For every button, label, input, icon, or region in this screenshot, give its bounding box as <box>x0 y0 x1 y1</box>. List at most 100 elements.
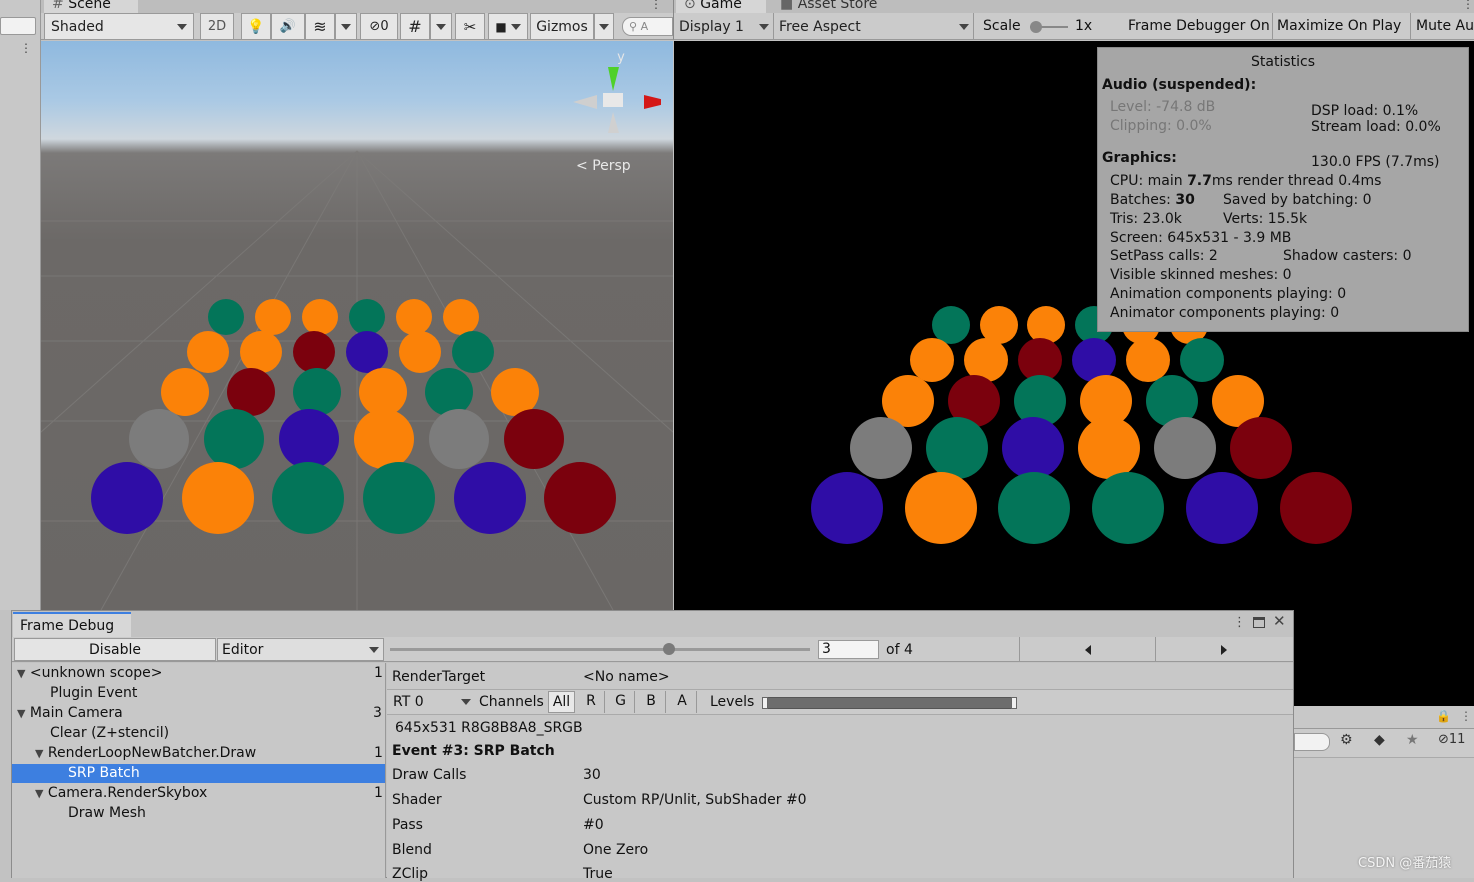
effects-toggle[interactable]: ≋ <box>305 13 335 40</box>
channel-b-label: B <box>646 693 656 709</box>
next-event-button[interactable] <box>1156 638 1291 661</box>
inspector-search-input[interactable] <box>1294 733 1330 751</box>
scene-kebab-icon[interactable]: ⋮ <box>650 0 662 10</box>
store-icon: ■ <box>780 0 794 12</box>
audio-toggle[interactable]: 🔊 <box>271 13 305 40</box>
gizmos-label: Gizmos <box>536 18 588 35</box>
levels-range-slider[interactable] <box>762 697 1017 709</box>
tab-game[interactable]: ⊙ Game <box>676 0 766 13</box>
grid-icon: # <box>408 17 422 36</box>
scale-slider[interactable] <box>1030 21 1068 33</box>
create-shape-icon[interactable]: ⚙ <box>1340 732 1353 748</box>
sphere <box>504 409 564 469</box>
chevron-down-icon <box>341 23 351 30</box>
event-slider[interactable] <box>390 643 810 655</box>
previous-event-button[interactable] <box>1020 638 1155 661</box>
mute-audio-toggle[interactable]: Mute Au <box>1416 18 1474 34</box>
scene-viewport[interactable]: y < Persp <box>41 41 673 610</box>
tab-scene[interactable]: # Scene <box>44 0 138 13</box>
gizmos-button[interactable]: Gizmos <box>530 13 594 40</box>
event-hierarchy: ▼ <unknown scope> 1 Plugin Event ▼ Main … <box>12 663 386 878</box>
grid-toggle[interactable]: # <box>400 13 430 40</box>
shading-mode-label: Shaded <box>51 18 104 35</box>
window-kebab-icon[interactable]: ⋮ <box>1233 615 1246 630</box>
projection-label[interactable]: < Persp <box>576 158 631 174</box>
levels-max-handle[interactable] <box>1011 697 1017 709</box>
hierarchy-row-clear[interactable]: Clear (Z+stencil) <box>50 725 169 741</box>
aspect-label: Free Aspect <box>779 18 861 35</box>
hierarchy-count: 1 <box>374 665 383 681</box>
label-tag-icon[interactable]: ◆ <box>1374 732 1385 748</box>
scale-value: 1x <box>1075 18 1093 34</box>
prop-label-shader: Shader <box>392 792 442 808</box>
frame-debug-title: Frame Debug <box>20 618 115 634</box>
aspect-dropdown[interactable]: Free Aspect <box>775 13 973 40</box>
shading-mode-dropdown[interactable]: Shaded <box>44 13 194 40</box>
lock-icon[interactable]: 🔒 <box>1436 709 1451 723</box>
chevron-down-icon <box>510 23 521 30</box>
speaker-icon: 🔊 <box>279 19 297 34</box>
panel-kebab-icon[interactable]: ⋮ <box>1460 709 1472 723</box>
effects-dropdown[interactable] <box>335 13 357 40</box>
levels-min-handle[interactable] <box>762 697 768 709</box>
target-dropdown[interactable]: Editor <box>217 638 384 661</box>
sphere <box>1092 472 1165 544</box>
chevron-down-icon <box>461 699 471 705</box>
hierarchy-row-main-camera[interactable]: ▼ Main Camera <box>17 705 123 721</box>
scale-slider-thumb[interactable] <box>1030 21 1042 33</box>
gizmos-dropdown[interactable] <box>594 13 614 40</box>
cpu-time: CPU: main 7.7ms render thread 0.4ms <box>1110 173 1381 189</box>
eye-slash-icon: ⊘ <box>369 19 381 34</box>
grid-dropdown[interactable] <box>430 13 452 40</box>
favorite-star-icon[interactable]: ★ <box>1406 732 1419 748</box>
display-dropdown[interactable]: Display 1 <box>675 13 773 40</box>
rt-dropdown[interactable]: RT 0 <box>390 692 474 712</box>
channel-all-button[interactable]: All <box>548 691 575 713</box>
tools-button[interactable]: ✂ <box>455 13 485 40</box>
expand-arrow-icon: ▼ <box>17 667 26 680</box>
hierarchy-row-plugin-event[interactable]: Plugin Event <box>50 685 137 701</box>
event-index-input[interactable]: 3 <box>818 640 879 659</box>
hierarchy-row-srp-batch[interactable]: SRP Batch <box>68 765 140 781</box>
skinned-meshes: Visible skinned meshes: 0 <box>1110 267 1292 283</box>
sphere <box>302 299 338 335</box>
orientation-gizmo[interactable]: y <box>561 43 661 143</box>
layers-icon: ≋ <box>313 17 327 36</box>
hierarchy-row-render-loop[interactable]: ▼ RenderLoopNewBatcher.Draw <box>35 745 256 761</box>
channel-r-button[interactable]: R <box>578 691 605 713</box>
frame-debug-tab[interactable]: Frame Debug <box>13 612 131 637</box>
hierarchy-row-draw-mesh[interactable]: Draw Mesh <box>68 805 146 821</box>
sphere <box>1279 472 1352 544</box>
scale-label: Scale <box>983 18 1021 34</box>
lighting-toggle[interactable]: 💡 <box>241 13 271 40</box>
close-icon[interactable]: ✕ <box>1273 612 1286 630</box>
scene-visibility-toggle[interactable]: ⊘ 0 <box>360 13 398 40</box>
hierarchy-row-unknown-scope[interactable]: ▼ <unknown scope> <box>17 665 163 681</box>
arrow-left-icon <box>1084 644 1091 655</box>
tab-asset-store[interactable]: ■ Asset Store <box>772 0 902 13</box>
hidden-objects-toggle[interactable]: ⊘11 <box>1438 732 1465 747</box>
event-slider-thumb[interactable] <box>663 643 675 655</box>
statistics-panel: Statistics Audio (suspended): Level: -74… <box>1097 47 1469 332</box>
channel-g-button[interactable]: G <box>607 691 635 713</box>
disable-button[interactable]: Disable <box>14 638 216 661</box>
camera-button[interactable]: ■ <box>488 13 528 40</box>
game-kebab-icon[interactable]: ⋮ <box>1462 0 1474 10</box>
sphere <box>255 299 291 335</box>
arrow-right-icon <box>1220 644 1227 655</box>
channel-b-button[interactable]: B <box>637 691 666 713</box>
frame-debugger-toggle[interactable]: Frame Debugger On <box>1128 18 1270 34</box>
sphere <box>91 462 163 534</box>
kebab-icon[interactable]: ⋮ <box>20 41 32 55</box>
mode-2d-button[interactable]: 2D <box>200 13 234 40</box>
prop-label-blend: Blend <box>392 842 432 858</box>
hierarchy-row-render-skybox[interactable]: ▼ Camera.RenderSkybox <box>35 785 207 801</box>
channel-a-button[interactable]: A <box>668 691 697 713</box>
dsp-load: DSP load: 0.1% <box>1311 103 1419 119</box>
scene-search-input[interactable]: ⚲ A <box>622 17 673 36</box>
left-edge-input[interactable] <box>0 17 36 35</box>
maximize-icon[interactable] <box>1253 617 1265 628</box>
maximize-on-play-toggle[interactable]: Maximize On Play <box>1277 18 1401 34</box>
disable-button-label: Disable <box>89 642 141 658</box>
animator-components: Animator components playing: 0 <box>1110 305 1340 321</box>
